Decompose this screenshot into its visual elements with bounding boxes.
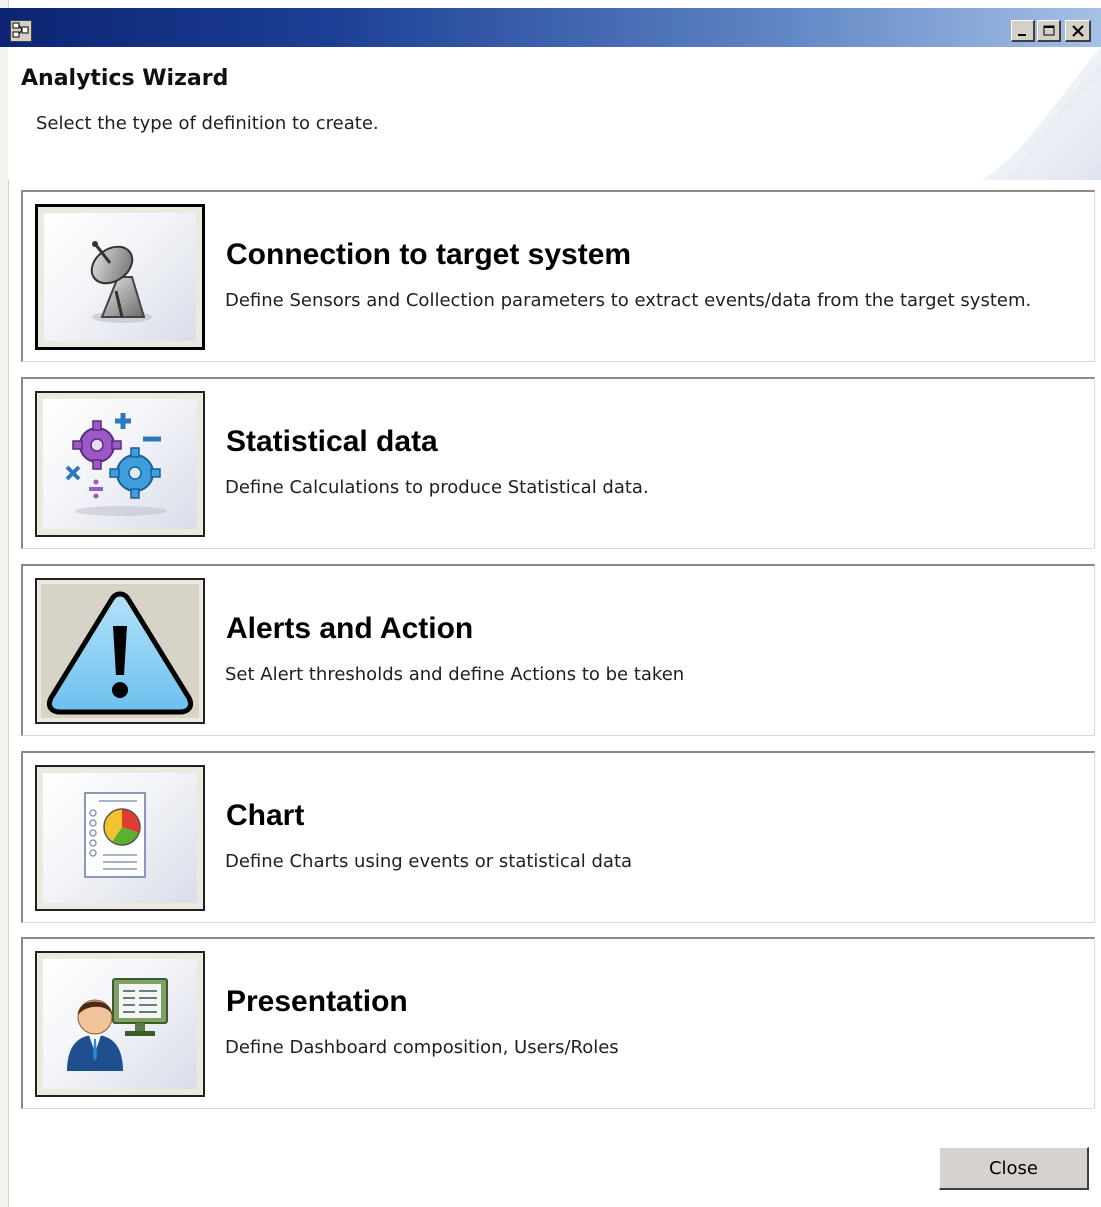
user-presentation-icon: [67, 978, 168, 1071]
option-title: Connection to target system: [226, 238, 632, 271]
option-title: Chart: [226, 799, 305, 832]
option-icon-frame: [35, 391, 205, 537]
option-title: Alerts and Action: [226, 612, 474, 645]
title-bar[interactable]: [0, 8, 1101, 47]
option-icon-frame: [35, 578, 205, 724]
option-icon-frame: [35, 765, 205, 911]
wizard-title: Analytics Wizard: [21, 66, 229, 91]
pie-chart-document-icon: [84, 792, 146, 878]
calculation-gears-icon: [65, 413, 167, 516]
option-description: Set Alert thresholds and define Actions …: [225, 664, 685, 685]
option-description: Define Calculations to produce Statistic…: [225, 477, 649, 498]
option-description: Define Sensors and Collection parameters…: [225, 290, 1032, 311]
satellite-dish-icon: [90, 241, 152, 323]
option-icon-frame: [35, 951, 205, 1097]
header-swoosh-decoration: [981, 47, 1101, 180]
option-connection-to-target-system[interactable]: Connection to target system Define Senso…: [21, 190, 1095, 362]
analytics-wizard-window: Analytics Wizard Select the type of defi…: [0, 0, 1101, 1207]
minimize-icon: [1017, 34, 1026, 36]
app-icon: [10, 20, 32, 42]
option-chart[interactable]: Chart Define Charts using events or stat…: [21, 751, 1095, 923]
option-presentation[interactable]: Presentation Define Dashboard compositio…: [21, 937, 1095, 1109]
close-button[interactable]: Close: [939, 1147, 1089, 1190]
option-statistical-data[interactable]: Statistical data Define Calculations to …: [21, 377, 1095, 549]
option-description: Define Dashboard composition, Users/Role…: [225, 1037, 619, 1058]
window-close-button[interactable]: [1065, 20, 1091, 42]
option-icon-frame: [35, 204, 205, 350]
maximize-icon: [1043, 25, 1054, 36]
warning-triangle-icon: [46, 591, 194, 715]
minimize-button[interactable]: [1011, 20, 1035, 42]
wizard-header: Analytics Wizard Select the type of defi…: [8, 47, 1101, 180]
option-title: Statistical data: [226, 425, 438, 458]
maximize-button[interactable]: [1037, 20, 1061, 42]
option-title: Presentation: [226, 985, 408, 1018]
option-alerts-and-action[interactable]: Alerts and Action Set Alert thresholds a…: [21, 564, 1095, 736]
close-icon: [1071, 25, 1084, 37]
wizard-subtitle: Select the type of definition to create.: [36, 113, 379, 134]
window-left-border: [0, 0, 9, 1207]
option-description: Define Charts using events or statistica…: [225, 851, 633, 872]
